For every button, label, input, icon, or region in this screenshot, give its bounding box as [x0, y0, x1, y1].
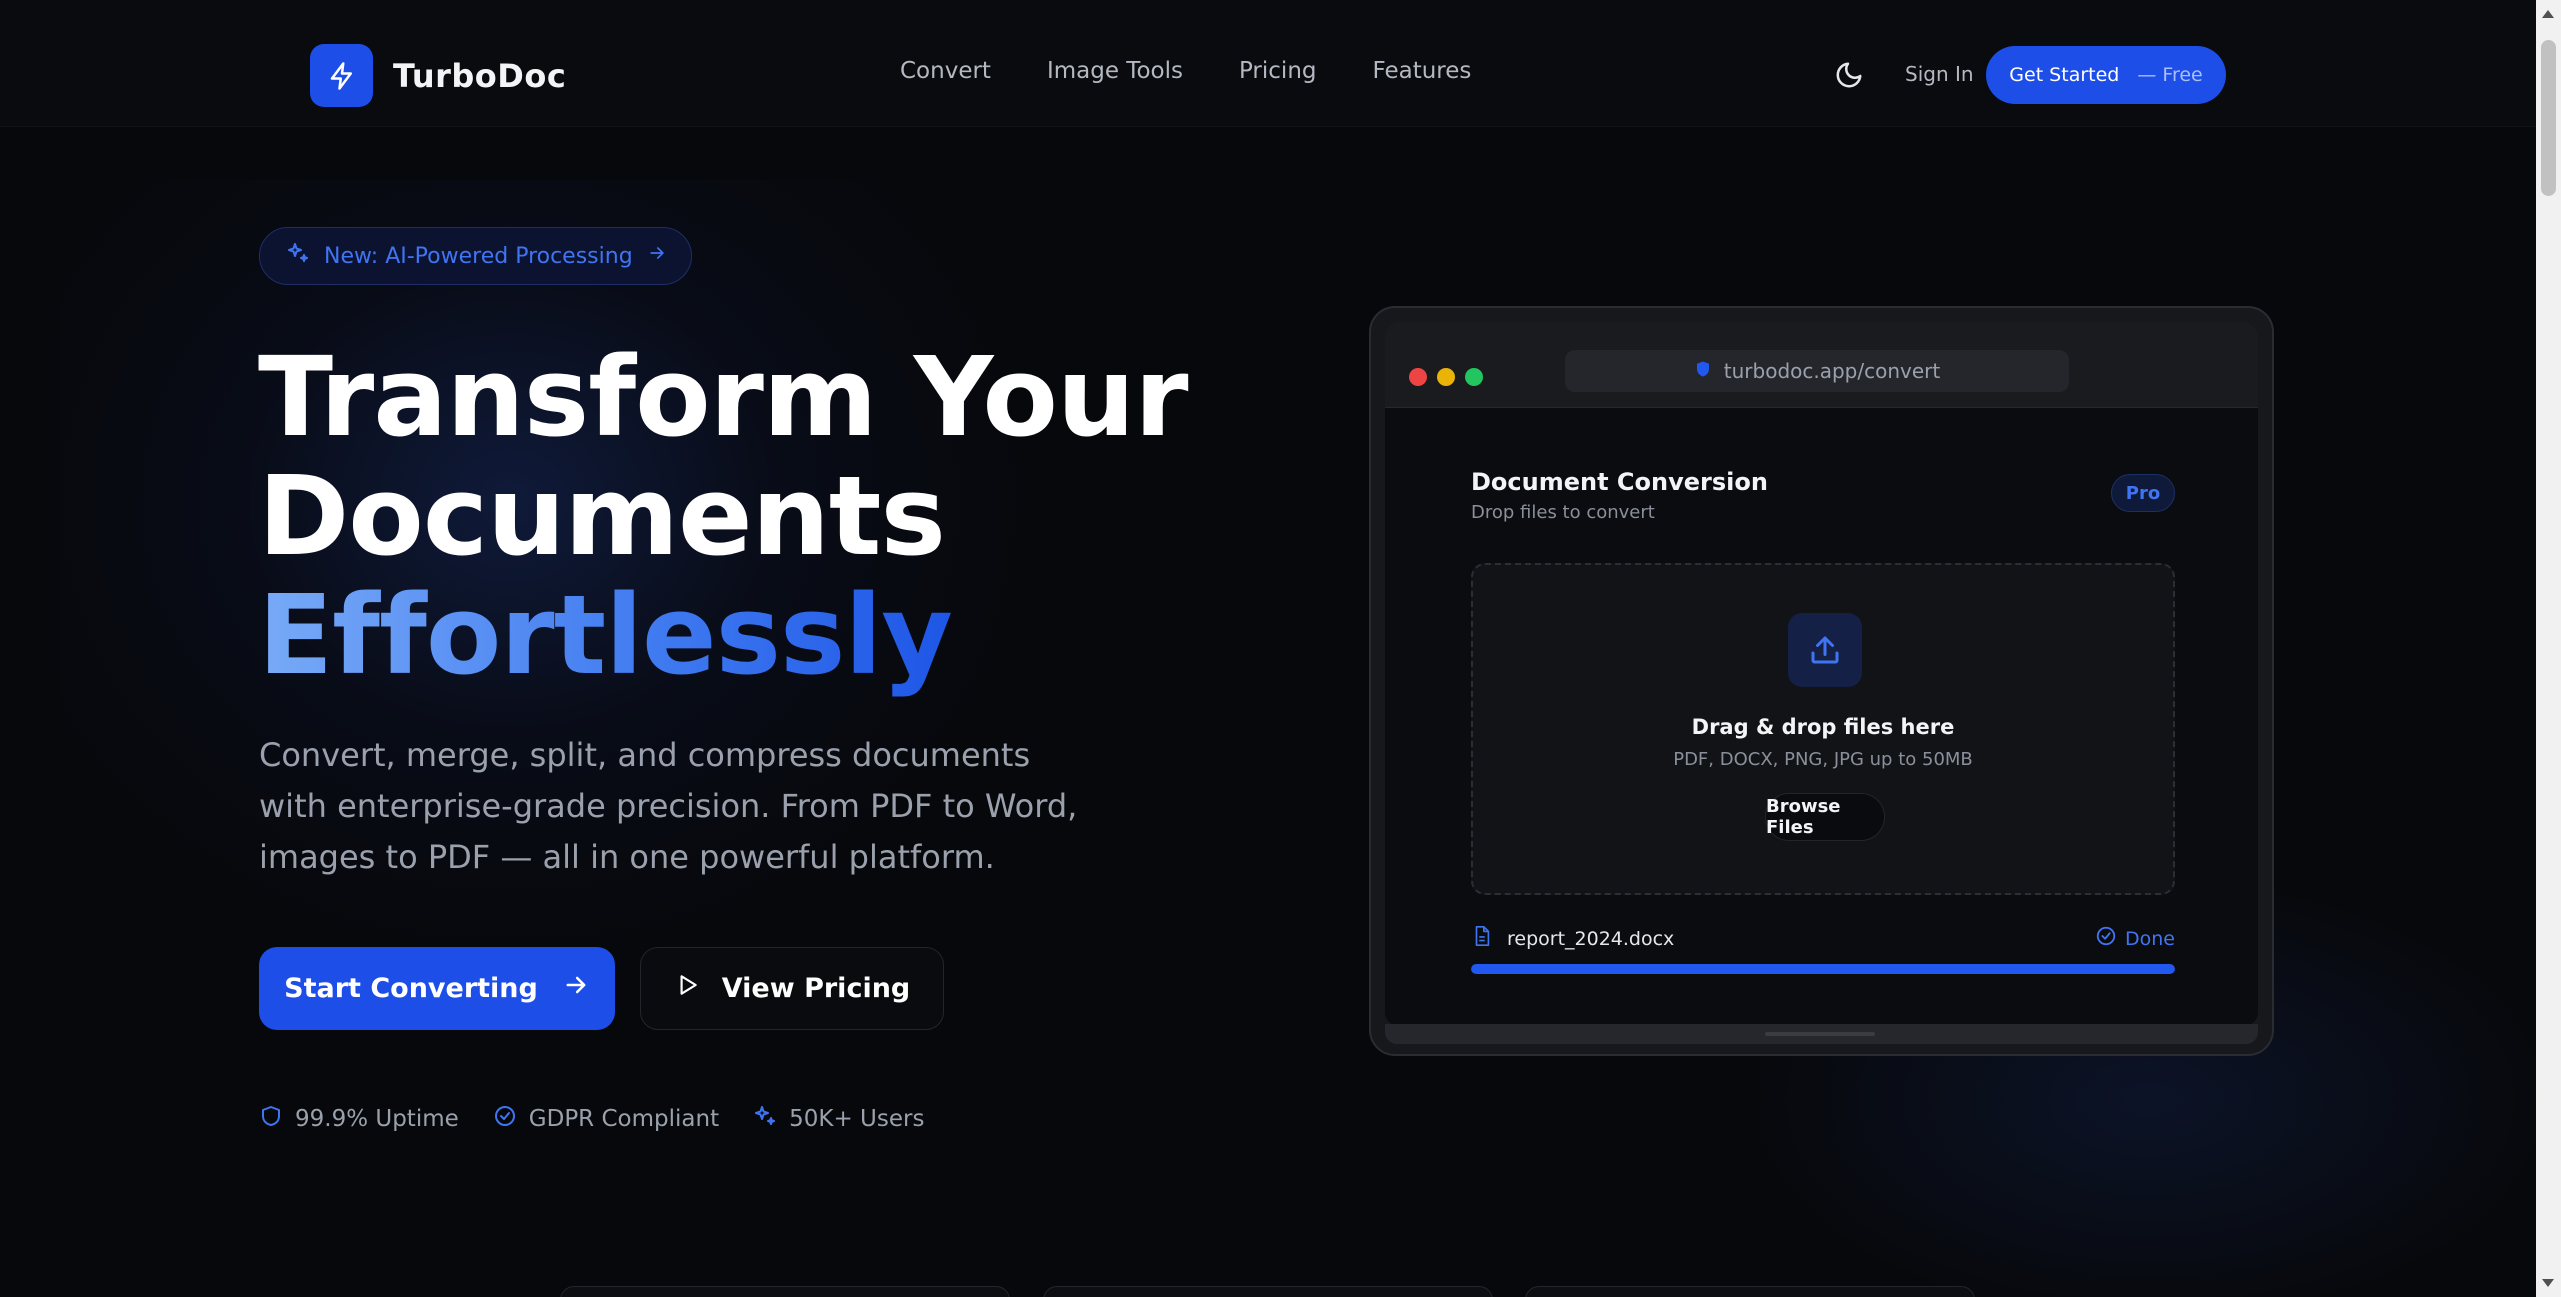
shield-icon	[1694, 359, 1712, 383]
main-nav: Convert Image Tools Pricing Features	[900, 58, 1471, 84]
sparkles-icon	[286, 241, 310, 271]
hero-title: Transform Your Documents Effortlessly	[258, 338, 1258, 695]
trust-label: GDPR Compliant	[528, 1106, 720, 1132]
file-row: report_2024.docx Done	[1471, 925, 2175, 955]
get-started-button[interactable]: Get Started — Free	[1986, 46, 2226, 104]
file-entry: report_2024.docx	[1471, 925, 1674, 952]
badge-text: New: AI-Powered Processing	[324, 243, 633, 269]
logo[interactable]: TurboDoc	[310, 44, 566, 107]
bolt-icon	[310, 44, 373, 107]
arrow-right-icon	[647, 243, 667, 269]
check-circle-icon	[2095, 925, 2117, 952]
trust-label: 99.9% Uptime	[295, 1106, 459, 1132]
hero-description: Convert, merge, split, and compress docu…	[259, 736, 1078, 876]
file-status-label: Done	[2125, 927, 2175, 950]
trust-label: 50K+ Users	[789, 1106, 925, 1132]
address-bar: turbodoc.app/convert	[1565, 350, 2069, 392]
nav-pricing[interactable]: Pricing	[1239, 58, 1317, 84]
start-converting-label: Start Converting	[284, 973, 538, 1004]
view-pricing-button[interactable]: View Pricing	[640, 947, 944, 1030]
dropzone-title: Drag & drop files here	[1691, 715, 1955, 739]
window-maximize-dot	[1465, 368, 1483, 386]
trust-item-uptime: 99.9% Uptime	[259, 1104, 459, 1134]
dropzone-hint: PDF, DOCX, PNG, JPG up to 50MB	[1673, 749, 1973, 770]
check-circle-icon	[493, 1104, 517, 1134]
file-name: report_2024.docx	[1507, 927, 1675, 950]
hero-title-accent: Effortlessly	[258, 571, 953, 699]
window-close-dot	[1409, 368, 1427, 386]
hero-title-line1: Transform Your	[258, 333, 1188, 461]
scroll-down-arrow-icon[interactable]	[2542, 1279, 2554, 1287]
browse-files-button[interactable]: Browse Files	[1765, 793, 1885, 841]
scroll-thumb[interactable]	[2541, 40, 2556, 196]
sparkles-icon	[753, 1104, 777, 1134]
page-scrollbar[interactable]	[2536, 0, 2561, 1297]
shield-icon	[259, 1104, 283, 1134]
arrow-right-icon	[562, 971, 590, 1006]
progress-fill	[1471, 964, 2175, 974]
file-icon	[1471, 925, 1493, 952]
nav-image-tools[interactable]: Image Tools	[1047, 58, 1183, 84]
nav-features[interactable]: Features	[1373, 58, 1472, 84]
hero-title-line2: Documents	[258, 452, 946, 580]
panel-subtitle: Drop files to convert	[1471, 502, 1655, 523]
trust-indicators: 99.9% Uptime GDPR Compliant 50K+ Users	[259, 1104, 924, 1134]
file-dropzone[interactable]: Drag & drop files here PDF, DOCX, PNG, J…	[1471, 563, 2175, 895]
app-preview-mockup: turbodoc.app/convert Document Conversion…	[1369, 306, 2274, 1056]
address-url: turbodoc.app/convert	[1723, 359, 1941, 383]
site-header: TurboDoc Convert Image Tools Pricing Fea…	[0, 0, 2536, 127]
view-pricing-label: View Pricing	[721, 973, 911, 1004]
feature-card	[560, 1286, 1010, 1297]
mockup-base	[1385, 1024, 2258, 1044]
get-started-suffix: — Free	[2137, 64, 2203, 86]
browser-bar: turbodoc.app/convert	[1385, 322, 2258, 408]
conversion-panel: Document Conversion Drop files to conver…	[1385, 408, 2258, 1026]
scroll-up-arrow-icon[interactable]	[2542, 10, 2554, 18]
panel-title: Document Conversion	[1471, 468, 1768, 496]
trust-item-gdpr: GDPR Compliant	[493, 1104, 719, 1134]
feature-card	[1043, 1286, 1493, 1297]
trust-item-users: 50K+ Users	[753, 1104, 924, 1134]
nav-convert[interactable]: Convert	[900, 58, 991, 84]
announcement-badge[interactable]: New: AI-Powered Processing	[259, 227, 692, 285]
mockup-notch	[1765, 1032, 1875, 1036]
brand-name: TurboDoc	[393, 56, 567, 95]
mockup-screen: turbodoc.app/convert Document Conversion…	[1385, 322, 2258, 1026]
moon-icon[interactable]	[1834, 60, 1864, 90]
pro-badge: Pro	[2111, 474, 2175, 512]
progress-bar	[1471, 964, 2175, 974]
play-icon	[674, 972, 700, 1005]
feature-card	[1525, 1286, 1975, 1297]
start-converting-button[interactable]: Start Converting	[259, 947, 615, 1030]
upload-icon	[1788, 613, 1862, 687]
window-minimize-dot	[1437, 368, 1455, 386]
sign-in-link[interactable]: Sign In	[1905, 62, 1974, 86]
file-status: Done	[2095, 925, 2175, 952]
get-started-label: Get Started	[2009, 64, 2120, 86]
